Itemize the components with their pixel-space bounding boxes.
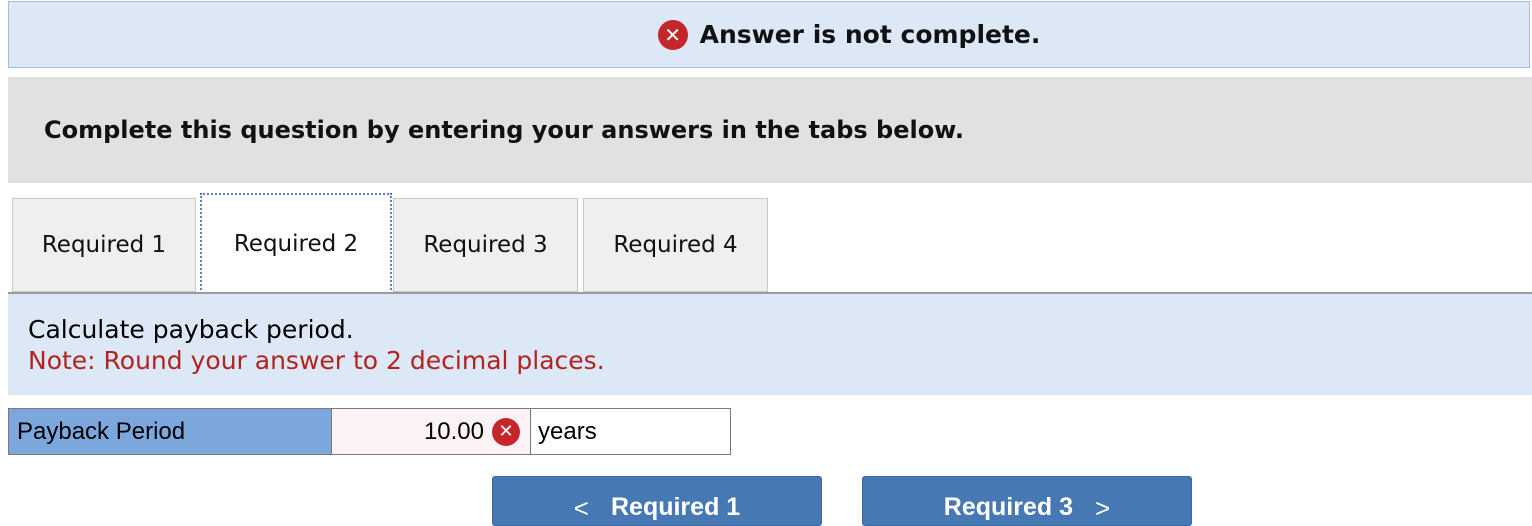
next-required-button[interactable]: Required 3 > xyxy=(862,476,1192,526)
chevron-right-icon: > xyxy=(1095,493,1111,523)
tab-required-1[interactable]: Required 1 xyxy=(12,198,196,292)
tab-required-2[interactable]: Required 2 xyxy=(200,193,392,294)
tab-required-3[interactable]: Required 3 xyxy=(393,198,578,292)
question-prompt: Calculate payback period. Note: Round yo… xyxy=(8,294,1532,395)
instructions-text: Complete this question by entering your … xyxy=(44,116,964,144)
prompt-note: Note: Round your answer to 2 decimal pla… xyxy=(28,346,605,375)
chevron-left-icon: < xyxy=(573,493,589,523)
prev-button-label: Required 1 xyxy=(610,493,741,521)
answer-unit: years xyxy=(531,409,730,454)
x-circle-icon: ✕ xyxy=(657,19,688,50)
status-banner: ✕ Answer is not complete. xyxy=(8,1,1530,68)
answer-label: Payback Period xyxy=(9,409,332,454)
prompt-text: Calculate payback period. xyxy=(28,315,354,344)
instructions-panel: Complete this question by entering your … xyxy=(8,77,1532,183)
tab-required-4[interactable]: Required 4 xyxy=(583,198,768,292)
answer-row: Payback Period 10.00 ✕ years xyxy=(8,408,731,455)
payback-period-input[interactable]: 10.00 ✕ xyxy=(332,409,531,454)
prev-required-button[interactable]: < Required 1 xyxy=(492,476,822,526)
status-message: Answer is not complete. xyxy=(699,20,1041,49)
x-circle-icon: ✕ xyxy=(492,417,520,446)
next-button-label: Required 3 xyxy=(943,493,1073,521)
answer-value: 10.00 xyxy=(423,417,484,445)
